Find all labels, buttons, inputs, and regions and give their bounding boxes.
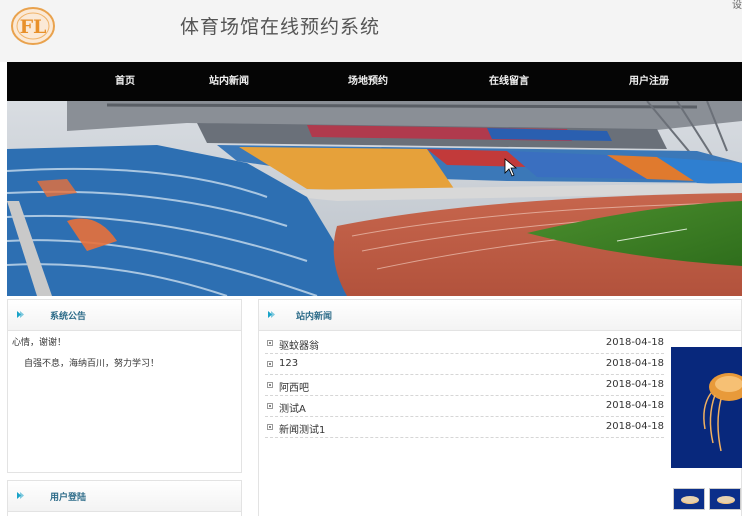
stadium-image <box>7 101 742 296</box>
news-title: 站内新闻 <box>296 312 333 322</box>
news-item[interactable]: 测试A 2018-04-18 <box>265 396 664 417</box>
nav-item-news[interactable]: 站内新闻 <box>209 62 249 101</box>
stadium-banner <box>7 101 742 296</box>
news-item-date: 2018-04-18 <box>605 337 664 348</box>
news-panel-header: 站内新闻 <box>259 300 741 331</box>
nav-item-home[interactable]: 首页 <box>115 62 135 101</box>
login-panel-header: 用户登陆 <box>8 481 241 512</box>
jellyfish-picture <box>671 347 742 468</box>
login-panel: 用户登陆 <box>7 480 242 516</box>
bullet-icon <box>267 424 273 430</box>
jellyfish-thumbnail <box>674 489 704 509</box>
main-nav: 首页 站内新闻 场地预约 在线留言 用户注册 <box>7 62 742 101</box>
arrow-icon <box>17 311 24 318</box>
news-item-date: 2018-04-18 <box>605 379 664 390</box>
news-item-date: 2018-04-18 <box>605 421 664 432</box>
thumbnail[interactable] <box>673 488 705 510</box>
site-title: 体育场馆在线预约系统 <box>180 16 381 38</box>
site-logo-icon: FL <box>11 7 55 45</box>
notice-line: 心情，谢谢！ <box>12 338 67 348</box>
notice-panel-header: 系统公告 <box>8 300 241 331</box>
news-item[interactable]: 阿西吧 2018-04-18 <box>265 375 664 396</box>
news-item[interactable]: 新闻测试1 2018-04-18 <box>265 417 664 438</box>
news-item-title[interactable]: 驱蚊器翁 <box>279 337 319 352</box>
news-item-title[interactable]: 测试A <box>279 400 306 415</box>
news-item[interactable]: 驱蚊器翁 2018-04-18 <box>265 333 664 354</box>
news-item-date: 2018-04-18 <box>605 358 664 369</box>
nav-item-venue-booking[interactable]: 场地预约 <box>348 62 388 101</box>
notice-line: 自强不息，海纳百川，努力学习！ <box>24 359 160 369</box>
login-title: 用户登陆 <box>50 493 87 503</box>
nav-item-register[interactable]: 用户注册 <box>629 62 669 101</box>
bullet-icon <box>267 403 273 409</box>
bullet-icon <box>267 340 273 346</box>
news-item-title[interactable]: 阿西吧 <box>279 379 309 394</box>
header: FL 体育场馆在线预约系统 设 <box>0 0 742 62</box>
thumbnail[interactable] <box>709 488 741 510</box>
notice-panel: 系统公告 心情，谢谢！ 自强不息，海纳百川，努力学习！ <box>7 299 242 473</box>
bullet-icon <box>267 382 273 388</box>
arrow-icon <box>17 492 24 499</box>
nav-item-messages[interactable]: 在线留言 <box>489 62 529 101</box>
news-item-title[interactable]: 新闻测试1 <box>279 421 325 436</box>
jellyfish-thumbnail <box>710 489 740 509</box>
corner-text[interactable]: 设 <box>732 0 742 11</box>
svg-text:FL: FL <box>20 16 47 38</box>
notice-title: 系统公告 <box>50 312 87 322</box>
bullet-icon <box>267 361 273 367</box>
news-item-title[interactable]: 123 <box>279 358 298 369</box>
jellyfish-image[interactable] <box>671 347 742 468</box>
arrow-icon <box>268 311 275 318</box>
news-item-date: 2018-04-18 <box>605 400 664 411</box>
news-item[interactable]: 123 2018-04-18 <box>265 354 664 375</box>
